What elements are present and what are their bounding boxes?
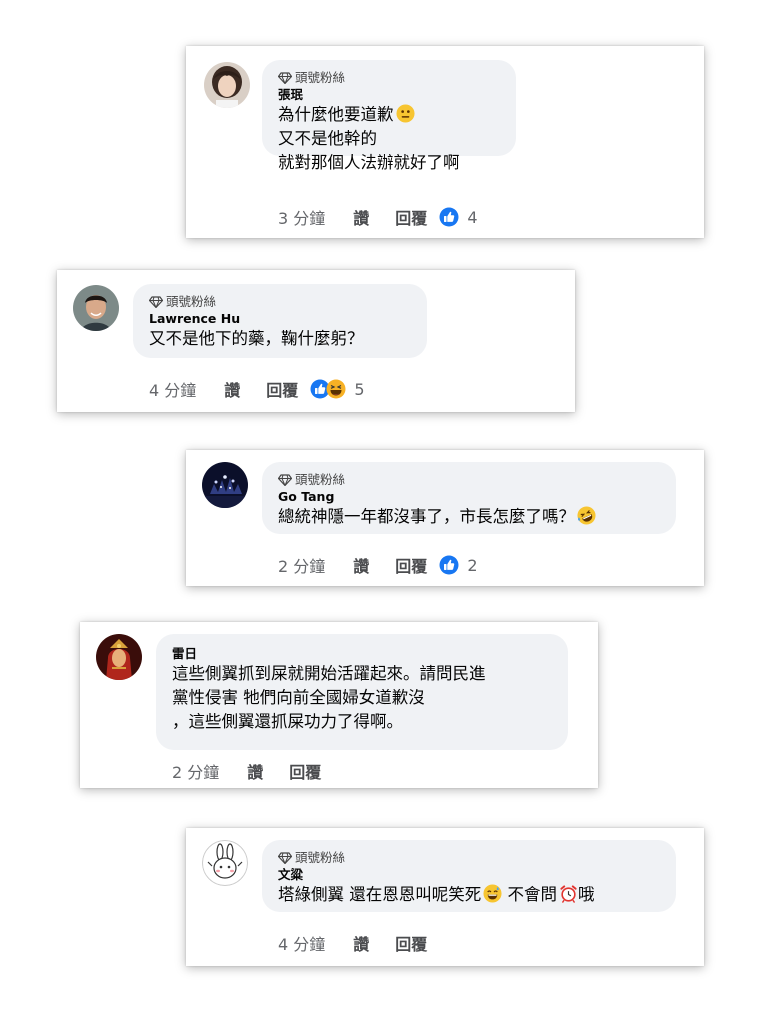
avatar[interactable]	[96, 634, 142, 680]
top-fan-badge: 頭號粉絲	[149, 293, 411, 310]
comment-actions: 4 分鐘 讚 回覆	[278, 932, 453, 954]
comment-bubble: 頭號粉絲 Go Tang 總統神隱一年都沒事了，市長怎麼了嗎？	[262, 462, 676, 534]
author-name[interactable]: 雷日	[172, 645, 552, 662]
like-reaction-icon	[439, 555, 459, 575]
comment-text-line: ，這些側翼還抓屎功力了得啊。	[172, 712, 403, 731]
comment-text-line: 這些側翼抓到屎就開始活躍起來。請問民進	[172, 664, 486, 683]
haha-reaction-icon	[326, 379, 346, 399]
comment-bubble: 頭號粉絲 Lawrence Hu 又不是他下的藥，鞠什麼躬？	[133, 284, 427, 358]
comment-bubble: 頭號粉絲 張珉 為什麼他要道歉 又不是他幹的 就對那個人法辦就好了啊	[262, 60, 516, 172]
top-fan-diamond-icon	[278, 72, 292, 84]
reaction-count: 2	[467, 555, 478, 575]
badge-label: 頭號粉絲	[295, 850, 346, 865]
reaction-summary[interactable]: 4	[439, 207, 478, 227]
comment-text-line: 又不是他下的藥，鞠什麼躬？	[149, 329, 364, 348]
top-fan-badge: 頭號粉絲	[278, 849, 660, 866]
like-button[interactable]: 讚	[353, 931, 369, 955]
timestamp-link[interactable]: 3 分鐘	[278, 205, 325, 229]
reply-button[interactable]: 回覆	[395, 931, 427, 955]
author-name[interactable]: Go Tang	[278, 488, 660, 505]
top-fan-diamond-icon	[278, 474, 292, 486]
author-name[interactable]: 張珉	[278, 86, 500, 103]
author-name[interactable]: 文粱	[278, 866, 660, 883]
comment-text-line: 就對那個人法辦就好了啊	[278, 153, 460, 172]
top-fan-badge: 頭號粉絲	[278, 69, 500, 86]
avatar[interactable]	[73, 285, 119, 331]
comment-text-line: 塔綠側翼 還在恩恩叫呢笑死 不會問哦	[278, 884, 595, 904]
reaction-summary[interactable]: 5	[310, 379, 365, 399]
timestamp-link[interactable]: 2 分鐘	[278, 553, 325, 577]
like-button[interactable]: 讚	[224, 377, 240, 401]
badge-label: 頭號粉絲	[295, 472, 346, 487]
reply-button[interactable]: 回覆	[395, 553, 427, 577]
top-fan-diamond-icon	[149, 296, 163, 308]
rolling-laughing-emoji	[577, 506, 596, 525]
top-fan-badge: 頭號粉絲	[278, 471, 660, 488]
avatar[interactable]	[202, 840, 248, 886]
grinning-sweat-emoji	[483, 884, 502, 903]
reaction-summary[interactable]: 2	[439, 555, 478, 575]
comment-card-2: 頭號粉絲 Lawrence Hu 又不是他下的藥，鞠什麼躬？ 4 分鐘 讚 回覆…	[57, 270, 575, 412]
author-name[interactable]: Lawrence Hu	[149, 310, 411, 327]
reply-button[interactable]: 回覆	[395, 205, 427, 229]
comment-text-line: 黨性侵害 牠們向前全國婦女道歉沒	[172, 688, 425, 707]
top-fan-diamond-icon	[278, 852, 292, 864]
reply-button[interactable]: 回覆	[266, 377, 298, 401]
comment-bubble: 雷日 這些側翼抓到屎就開始活躍起來。請問民進 黨性侵害 牠們向前全國婦女道歉沒 …	[156, 634, 568, 750]
timestamp-link[interactable]: 2 分鐘	[172, 759, 219, 783]
comment-actions: 2 分鐘 讚 回覆	[172, 760, 347, 782]
comment-text-line: 又不是他幹的	[278, 129, 377, 148]
like-button[interactable]: 讚	[353, 553, 369, 577]
badge-label: 頭號粉絲	[295, 70, 346, 85]
timestamp-link[interactable]: 4 分鐘	[278, 931, 325, 955]
comment-card-4: 雷日 這些側翼抓到屎就開始活躍起來。請問民進 黨性侵害 牠們向前全國婦女道歉沒 …	[80, 622, 598, 788]
comment-actions: 3 分鐘 讚 回覆 4	[278, 206, 478, 228]
avatar[interactable]	[204, 62, 250, 108]
comment-actions: 4 分鐘 讚 回覆 5	[149, 378, 365, 400]
comment-actions: 2 分鐘 讚 回覆 2	[278, 554, 478, 576]
comment-card-3: 頭號粉絲 Go Tang 總統神隱一年都沒事了，市長怎麼了嗎？ 2 分鐘 讚 回…	[186, 450, 704, 586]
comment-text-line: 總統神隱一年都沒事了，市長怎麼了嗎？	[278, 505, 660, 529]
avatar[interactable]	[202, 462, 248, 508]
like-reaction-icon	[439, 207, 459, 227]
comment-card-5: 頭號粉絲 文粱 塔綠側翼 還在恩恩叫呢笑死 不會問哦 4 分鐘 讚 回覆	[186, 828, 704, 966]
reaction-count: 4	[467, 207, 478, 227]
neutral-face-emoji	[396, 104, 415, 123]
comment-bubble: 頭號粉絲 文粱 塔綠側翼 還在恩恩叫呢笑死 不會問哦	[262, 840, 676, 912]
like-button[interactable]: 讚	[247, 759, 263, 783]
reaction-count: 5	[354, 379, 365, 399]
badge-label: 頭號粉絲	[166, 294, 217, 309]
timestamp-link[interactable]: 4 分鐘	[149, 377, 196, 401]
like-button[interactable]: 讚	[353, 205, 369, 229]
reply-button[interactable]: 回覆	[289, 759, 321, 783]
alarm-clock-emoji	[559, 884, 578, 903]
comment-text-line: 為什麼他要道歉	[278, 103, 500, 127]
comment-card-1: 頭號粉絲 張珉 為什麼他要道歉 又不是他幹的 就對那個人法辦就好了啊 3 分鐘 …	[186, 46, 704, 238]
